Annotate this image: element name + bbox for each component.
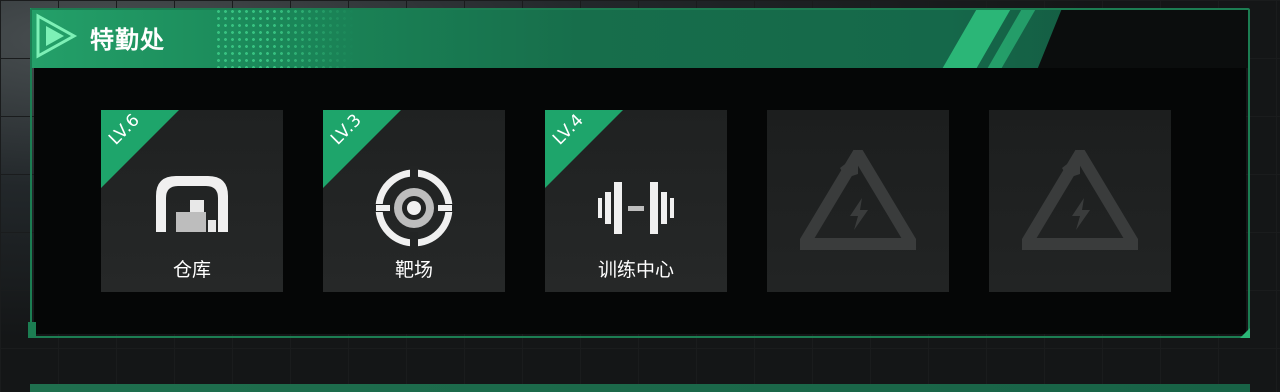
panel-left-accent xyxy=(28,322,36,338)
facility-name: 仓库 xyxy=(172,259,211,281)
facility-card-locked[interactable] xyxy=(989,110,1171,292)
facility-name: 靶场 xyxy=(394,259,433,281)
corner-accent-icon xyxy=(1240,328,1250,338)
locked-slot-icon xyxy=(1022,150,1138,250)
locked-slot-icon xyxy=(800,150,916,250)
facility-name: 训练中心 xyxy=(597,259,674,281)
facility-card-warehouse[interactable]: LV.6 仓库 xyxy=(101,110,283,292)
facility-card-training[interactable]: LV.4 训练中心 xyxy=(545,110,727,292)
warehouse-icon xyxy=(156,176,228,232)
dumbbell-icon xyxy=(598,182,674,234)
target-icon xyxy=(372,166,456,250)
next-panel-edge xyxy=(30,384,1250,392)
game-screen: 特勤处 LV.6 仓库 LV.3 靶场 LV.4 训练中心 xyxy=(0,0,1280,392)
facility-card-locked[interactable] xyxy=(767,110,949,292)
facility-card-range[interactable]: LV.3 靶场 xyxy=(323,110,505,292)
